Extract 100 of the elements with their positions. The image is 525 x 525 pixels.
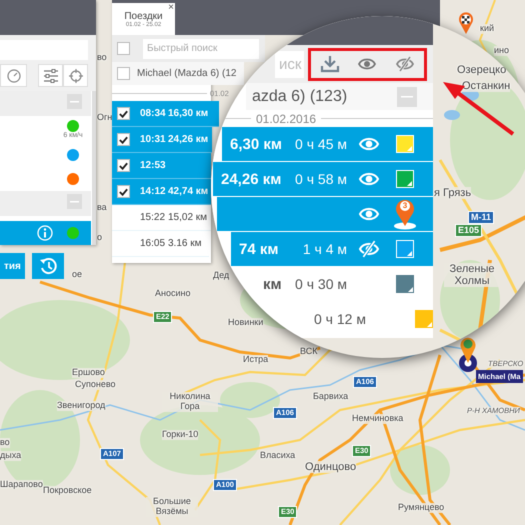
trip-distance: 16,30 км (168, 108, 208, 119)
trip-row[interactable]: 10:31 24,26 км (112, 127, 212, 153)
checkbox[interactable] (117, 185, 130, 198)
place-label: Румянцево (398, 503, 444, 513)
trip-distance: 24,26 км (221, 170, 282, 188)
crosshair-icon (68, 68, 82, 82)
trip-duration: 0 ч 45 м (295, 136, 347, 152)
place-label: о (97, 233, 102, 243)
trip-duration: 0 ч 12 м (314, 311, 366, 327)
track-color-swatch[interactable] (396, 135, 414, 153)
place-label: ино (494, 46, 510, 56)
trip-row[interactable]: 16:05 3.16 км (112, 231, 209, 257)
trip-duration: 0 ч 58 м (295, 171, 347, 187)
track-color-swatch[interactable] (396, 170, 414, 188)
download-button[interactable] (320, 55, 340, 73)
track-color-swatch[interactable] (414, 310, 433, 328)
eye-icon (358, 170, 380, 188)
eye-slash-icon (395, 56, 416, 72)
trip-row[interactable]: 0 ч 12 м (300, 302, 433, 337)
place-label: Николина Гора (162, 392, 218, 412)
trip-distance: 15,02 км (168, 212, 208, 223)
eye-slash-icon (358, 240, 380, 258)
track-color-swatch[interactable] (396, 240, 414, 258)
trip-row[interactable]: 6,30 км 0 ч 45 м (222, 127, 433, 162)
scrollbar[interactable] (92, 91, 96, 245)
checkbox[interactable] (117, 107, 130, 120)
trip-time: 14:12 (140, 186, 167, 197)
place-label: во (0, 438, 10, 448)
road-sign: M-11 (468, 211, 494, 224)
object-row[interactable] (0, 221, 91, 245)
trip-time: 15:22 (140, 212, 166, 223)
place-label: во (97, 53, 107, 63)
trip-row[interactable]: 3 (217, 197, 433, 232)
group-row[interactable]: azda 6) (123) (246, 83, 433, 110)
place-label: Барвиха (313, 392, 348, 402)
trip-time: 08:34 (140, 108, 167, 119)
track-color-swatch[interactable] (396, 275, 414, 293)
trip-distance: 24,26 км (168, 134, 208, 145)
trip-row[interactable]: 14:12 42,74 км (112, 179, 211, 205)
trip-row[interactable]: 08:34 16,30 км (112, 101, 219, 127)
place-label: ое (72, 270, 82, 280)
checkered-marker-icon (458, 12, 474, 34)
group-label: azda 6) (123) (252, 88, 348, 106)
place-label: ВСК (300, 347, 318, 357)
search-field[interactable]: иск (275, 50, 304, 78)
close-button[interactable]: × (168, 3, 174, 13)
place-label: дыха (0, 451, 22, 461)
trip-distance: 74 км (239, 240, 280, 258)
events-button[interactable]: тия (0, 253, 25, 279)
trip-row[interactable]: 74 км 1 ч 4 м (231, 232, 433, 267)
trip-row[interactable]: 15:22 15,02 км (112, 205, 211, 231)
checkbox[interactable] (117, 67, 130, 80)
trip-time: 16:05 (140, 238, 166, 249)
search-field[interactable]: Быстрый поиск (143, 38, 259, 58)
checkbox[interactable] (117, 133, 130, 146)
group-row[interactable]: Michael (Mazda 6) (12 (112, 62, 244, 85)
show-all-button[interactable] (357, 56, 378, 72)
place-label: Ершово (72, 368, 105, 378)
filter-button[interactable] (38, 64, 63, 87)
eye-icon (358, 205, 380, 223)
place-label: Звенигород (57, 401, 106, 411)
checkbox[interactable] (117, 42, 130, 55)
trip-duration: 0 ч 30 м (295, 276, 347, 292)
place-label: ва (97, 203, 107, 213)
eye-icon (358, 135, 380, 153)
place-label: Зеленые Холмы (444, 263, 500, 288)
group-label: Michael (Mazda 6) (12 (137, 68, 236, 79)
place-label: Огн (97, 113, 112, 123)
place-label: Шарапово (0, 480, 43, 490)
trip-row[interactable]: 12:53 (112, 153, 211, 179)
trip-row[interactable]: км 0 ч 30 м (255, 267, 433, 302)
speedometer-button[interactable] (0, 64, 27, 87)
trip-distance: 6,30 км (230, 136, 283, 152)
locate-button[interactable] (63, 64, 88, 87)
trip-distance: км (263, 276, 283, 292)
history-button[interactable] (32, 253, 64, 279)
trip-duration: 1 ч 4 м (302, 241, 347, 257)
pointer-arrow (443, 82, 514, 136)
place-label: Большие Вязёмы (146, 497, 198, 517)
road-sign: E105 (455, 224, 482, 237)
place-label: Покровское (43, 486, 92, 496)
date-label: 01.02.2016 (256, 112, 316, 126)
sliders-icon (42, 68, 58, 82)
place-label: Одинцово (305, 461, 356, 474)
trip-distance: 3.16 км (168, 238, 202, 249)
checkbox[interactable] (117, 159, 130, 172)
place-label: Горки-10 (162, 430, 198, 440)
trip-distance: 42,74 км (168, 186, 208, 197)
gauge-icon (6, 68, 20, 82)
place-label: Супонево (75, 380, 116, 390)
hide-all-button[interactable] (395, 56, 416, 72)
trip-row[interactable]: 24,26 км 0 ч 58 м (213, 162, 433, 197)
trip-time: 12:53 (140, 160, 167, 171)
place-label: Озерецко (457, 64, 506, 76)
place-label: Останкин (462, 80, 510, 92)
info-icon (37, 225, 53, 241)
download-icon (320, 55, 340, 73)
trip-time: 10:31 (140, 134, 167, 145)
place-label: я Грязь (434, 187, 472, 200)
place-label: Немчиновка (352, 414, 404, 424)
